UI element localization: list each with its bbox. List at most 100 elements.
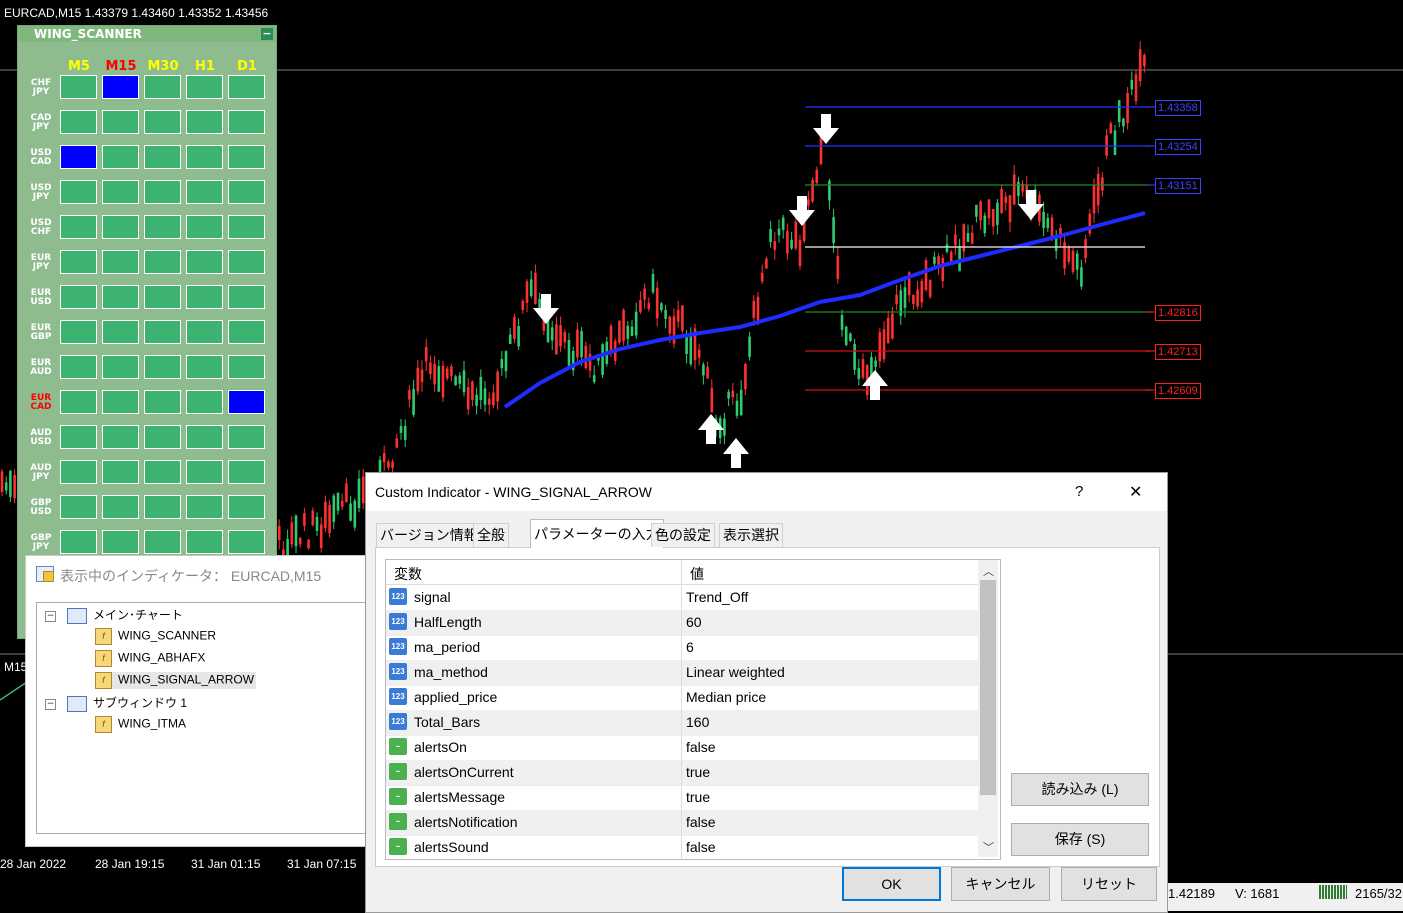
signal-cell[interactable] (228, 355, 265, 379)
tree-item[interactable]: f WING_ABHAFX (95, 650, 205, 667)
signal-cell[interactable] (228, 215, 265, 239)
param-value[interactable]: Median price (686, 689, 766, 705)
ok-button[interactable]: OK (842, 867, 941, 901)
tree-item[interactable]: f WING_ITMA (95, 716, 186, 733)
signal-cell[interactable] (102, 75, 139, 99)
scroll-down-icon[interactable]: ﹀ (983, 839, 994, 855)
signal-cell[interactable] (186, 355, 223, 379)
dialog-titlebar[interactable]: Custom Indicator - WING_SIGNAL_ARROW ? ✕ (366, 473, 1167, 511)
signal-cell[interactable] (102, 110, 139, 134)
signal-cell[interactable] (60, 145, 97, 169)
signal-cell[interactable] (60, 390, 97, 414)
param-value[interactable]: false (686, 814, 716, 830)
signal-cell[interactable] (102, 425, 139, 449)
collapse-icon[interactable]: − (45, 611, 56, 622)
signal-cell[interactable] (60, 75, 97, 99)
signal-cell[interactable] (144, 460, 181, 484)
signal-cell[interactable] (102, 285, 139, 309)
signal-cell[interactable] (228, 110, 265, 134)
signal-cell[interactable] (60, 320, 97, 344)
param-row[interactable]: 123 Total_Bars 160 (386, 710, 978, 736)
param-value[interactable]: true (686, 764, 710, 780)
column-header-value[interactable]: 値 (690, 564, 704, 584)
signal-cell[interactable] (228, 530, 265, 554)
signal-cell[interactable] (60, 285, 97, 309)
load-button[interactable]: 読み込み (L) (1011, 773, 1149, 806)
param-value[interactable]: 160 (686, 714, 709, 730)
signal-cell[interactable] (228, 250, 265, 274)
scroll-thumb[interactable] (980, 580, 996, 795)
signal-cell[interactable] (228, 460, 265, 484)
signal-cell[interactable] (60, 110, 97, 134)
scanner-header[interactable]: WING_SCANNER − (18, 26, 276, 42)
signal-cell[interactable] (228, 285, 265, 309)
signal-cell[interactable] (102, 530, 139, 554)
param-row[interactable]: ~ alertsNotification false (386, 810, 978, 836)
help-icon[interactable]: ? (1075, 483, 1083, 500)
signal-cell[interactable] (186, 180, 223, 204)
signal-cell[interactable] (186, 425, 223, 449)
signal-cell[interactable] (102, 145, 139, 169)
signal-cell[interactable] (60, 530, 97, 554)
param-value[interactable]: 6 (686, 639, 694, 655)
signal-cell[interactable] (186, 390, 223, 414)
signal-cell[interactable] (60, 460, 97, 484)
param-row[interactable]: 123 signal Trend_Off (386, 585, 978, 611)
param-row[interactable]: 123 HalfLength 60 (386, 610, 978, 636)
scroll-up-icon[interactable]: ︿ (983, 563, 994, 579)
signal-cell[interactable] (228, 320, 265, 344)
signal-cell[interactable] (144, 75, 181, 99)
signal-cell[interactable] (186, 285, 223, 309)
signal-cell[interactable] (144, 250, 181, 274)
param-value[interactable]: false (686, 839, 716, 855)
tree-item-selected[interactable]: f WING_SIGNAL_ARROW (95, 672, 257, 689)
tab-parameters[interactable]: パラメーターの入力 (530, 519, 664, 548)
signal-cell[interactable] (144, 145, 181, 169)
signal-cell[interactable] (102, 355, 139, 379)
signal-cell[interactable] (228, 390, 265, 414)
param-row[interactable]: ~ alertsSound false (386, 835, 978, 859)
param-row[interactable]: 123 ma_method Linear weighted (386, 660, 978, 686)
signal-cell[interactable] (60, 495, 97, 519)
signal-cell[interactable] (228, 425, 265, 449)
signal-cell[interactable] (228, 75, 265, 99)
param-value[interactable]: Trend_Off (686, 589, 748, 605)
cancel-button[interactable]: キャンセル (951, 867, 1050, 901)
signal-cell[interactable] (102, 250, 139, 274)
signal-cell[interactable] (144, 530, 181, 554)
param-row[interactable]: 123 ma_period 6 (386, 635, 978, 661)
signal-cell[interactable] (144, 285, 181, 309)
save-button[interactable]: 保存 (S) (1011, 823, 1149, 856)
signal-cell[interactable] (144, 320, 181, 344)
tab-general[interactable]: 全般 (473, 523, 509, 547)
tab-visualization[interactable]: 表示選択 (719, 523, 783, 547)
signal-cell[interactable] (144, 180, 181, 204)
indicator-tree[interactable]: − メイン･チャート f WING_SCANNER f WING_ABHAFX fW… (36, 602, 368, 834)
close-icon[interactable]: ✕ (1129, 482, 1142, 501)
signal-cell[interactable] (186, 75, 223, 99)
signal-cell[interactable] (186, 250, 223, 274)
tree-main-chart[interactable]: メイン･チャート (67, 606, 183, 624)
param-row[interactable]: ~ alertsOnCurrent true (386, 760, 978, 786)
signal-cell[interactable] (186, 320, 223, 344)
signal-cell[interactable] (186, 530, 223, 554)
indicator-list-window[interactable]: 表示中のインディケータ： EURCAD,M15 − メイン･チャート f WING… (25, 555, 372, 847)
signal-cell[interactable] (144, 425, 181, 449)
signal-cell[interactable] (102, 320, 139, 344)
table-scrollbar[interactable]: ︿ ﹀ (978, 560, 998, 857)
tab-version[interactable]: バージョン情報 (376, 523, 482, 547)
scanner-panel[interactable]: WING_SCANNER − M5 M15 M30 H1 D1 CHF JPY CAD JPY U… (17, 25, 277, 639)
reset-button[interactable]: リセット (1061, 867, 1157, 901)
signal-cell[interactable] (144, 355, 181, 379)
signal-cell[interactable] (228, 180, 265, 204)
param-value[interactable]: 60 (686, 614, 702, 630)
signal-cell[interactable] (186, 110, 223, 134)
parameters-table[interactable]: 変数 値 123 signal Trend_Off 123 HalfLength 60 12… (385, 559, 1001, 860)
signal-cell[interactable] (102, 495, 139, 519)
signal-cell[interactable] (102, 390, 139, 414)
signal-cell[interactable] (186, 460, 223, 484)
param-value[interactable]: true (686, 789, 710, 805)
signal-cell[interactable] (144, 110, 181, 134)
signal-cell[interactable] (144, 495, 181, 519)
signal-cell[interactable] (186, 495, 223, 519)
